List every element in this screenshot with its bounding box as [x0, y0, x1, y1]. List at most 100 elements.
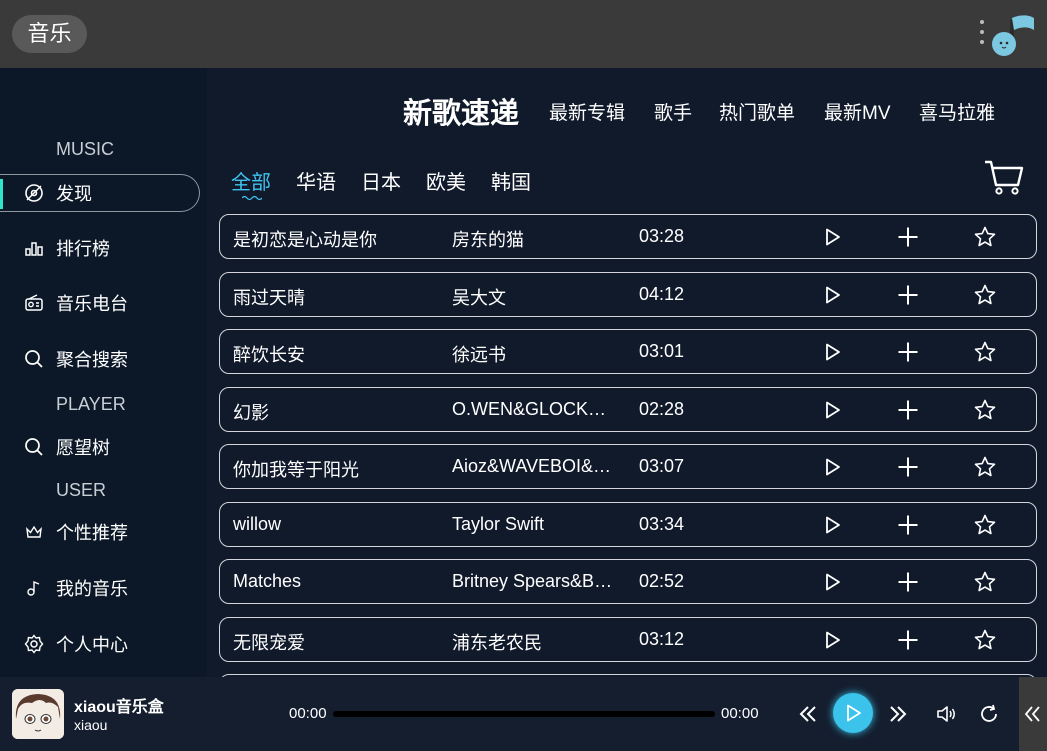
double-chevron-left-icon — [799, 706, 816, 722]
song-artist: Aioz&WAVEBOI&h… — [452, 456, 620, 476]
favorite-button[interactable] — [973, 628, 997, 652]
sidebar-item-discover[interactable]: 发现 — [0, 174, 200, 212]
sidebar: MUSIC 发现 排行榜 音乐电台 聚合搜索 PLAYER 愿望树 USER 个… — [0, 68, 207, 677]
favorite-button[interactable] — [973, 570, 997, 594]
add-to-playlist-button[interactable] — [896, 283, 920, 307]
song-row[interactable]: 雨过天晴 吴大文 04:12 — [219, 271, 1037, 317]
repeat-button[interactable] — [977, 702, 1001, 726]
add-to-playlist-button[interactable] — [896, 398, 920, 422]
song-artist: 房东的猫 — [452, 230, 524, 250]
star-icon — [973, 514, 997, 541]
category-tab-korea[interactable]: 韩国 — [491, 166, 531, 195]
song-row[interactable]: Matches Britney Spears&B… 02:52 — [219, 559, 1037, 604]
next-button[interactable] — [886, 702, 910, 726]
tab-singers[interactable]: 歌手 — [654, 98, 692, 125]
song-artist: 浦东老农民 — [452, 632, 542, 653]
play-icon — [820, 286, 844, 311]
song-row[interactable]: willow Taylor Swift 03:34 — [219, 501, 1037, 547]
album-cover[interactable] — [12, 689, 64, 739]
app-title[interactable]: 音乐 — [12, 15, 87, 53]
favorite-button[interactable] — [973, 455, 997, 479]
cart-icon[interactable] — [984, 158, 1024, 196]
play-song-button[interactable] — [820, 398, 844, 422]
play-icon — [820, 631, 844, 656]
song-row[interactable]: 幻影 O.WEN&GLOCK… 02:28 — [219, 386, 1037, 432]
more-menu-icon[interactable] — [979, 20, 985, 48]
category-tab-japan[interactable]: 日本 — [361, 166, 401, 195]
main-content: 新歌速递 最新专辑 歌手 热门歌单 最新MV 喜马拉雅 全部 华语 日本 欧美 … — [207, 68, 1047, 677]
category-tab-chinese[interactable]: 华语 — [296, 166, 336, 195]
play-song-button[interactable] — [820, 513, 844, 537]
star-icon — [973, 571, 997, 598]
song-row[interactable]: 你加我等于阳光 Aioz&WAVEBOI&h… 03:07 — [219, 444, 1037, 489]
sidebar-item-recommend[interactable]: 个性推荐 — [0, 513, 200, 551]
section-label-music: MUSIC — [56, 139, 114, 159]
top-navigation: 新歌速递 最新专辑 歌手 热门歌单 最新MV 喜马拉雅 — [207, 90, 1047, 130]
sidebar-item-label: 愿望树 — [56, 438, 110, 458]
category-tab-western[interactable]: 欧美 — [426, 166, 466, 195]
star-icon — [973, 341, 997, 368]
add-to-playlist-button[interactable] — [896, 225, 920, 249]
song-row[interactable]: 醉饮长安 徐远书 03:01 — [219, 329, 1037, 374]
play-icon — [820, 573, 844, 598]
crown-icon — [23, 521, 45, 543]
tab-new-albums[interactable]: 最新专辑 — [549, 98, 625, 125]
sidebar-item-wishtree[interactable]: 愿望树 — [0, 428, 200, 466]
sidebar-item-label: 发现 — [56, 184, 92, 204]
previous-button[interactable] — [796, 702, 820, 726]
song-list: 是初恋是心动是你 房东的猫 03:28 雨过天晴 吴大文 04:12 醉饮长安 徐远书 03:0… — [219, 214, 1037, 677]
active-wave-indicator — [242, 195, 262, 201]
add-to-playlist-button[interactable] — [896, 455, 920, 479]
add-to-playlist-button[interactable] — [896, 340, 920, 364]
star-icon — [973, 284, 997, 311]
sidebar-item-radio[interactable]: 音乐电台 — [0, 284, 200, 322]
tab-hot-playlists[interactable]: 热门歌单 — [719, 98, 795, 125]
play-button[interactable] — [833, 693, 873, 733]
play-song-button[interactable] — [820, 455, 844, 479]
volume-button[interactable] — [934, 702, 958, 726]
section-label-player: PLAYER — [56, 394, 126, 414]
gear-icon — [23, 633, 45, 655]
category-tab-all[interactable]: 全部 — [231, 166, 271, 195]
sidebar-item-my-music[interactable]: 我的音乐 — [0, 569, 200, 607]
sidebar-item-label: 音乐电台 — [56, 294, 128, 314]
tab-new-songs[interactable]: 新歌速递 — [403, 90, 519, 132]
song-artist: Britney Spears&B… — [452, 571, 613, 591]
sidebar-item-search[interactable]: 聚合搜索 — [0, 340, 200, 378]
favorite-button[interactable] — [973, 513, 997, 537]
favorite-button[interactable] — [973, 398, 997, 422]
favorite-button[interactable] — [973, 283, 997, 307]
sidebar-item-profile[interactable]: 个人中心 — [0, 625, 200, 663]
song-row[interactable]: 无限宠爱 浦东老农民 03:12 — [219, 616, 1037, 662]
song-artist: 吴大文 — [452, 287, 506, 308]
current-song-artist: xiaou — [74, 717, 108, 733]
song-duration: 03:12 — [639, 628, 685, 649]
star-icon — [973, 399, 997, 426]
tab-himalaya[interactable]: 喜马拉雅 — [919, 98, 995, 125]
play-song-button[interactable] — [820, 225, 844, 249]
sidebar-item-charts[interactable]: 排行榜 — [0, 229, 200, 267]
add-to-playlist-button[interactable] — [896, 570, 920, 594]
play-song-button[interactable] — [820, 283, 844, 307]
progress-bar[interactable] — [333, 711, 715, 717]
favorite-button[interactable] — [973, 340, 997, 364]
play-song-button[interactable] — [820, 628, 844, 652]
radio-icon — [23, 292, 45, 314]
total-time: 00:00 — [721, 705, 759, 722]
add-to-playlist-button[interactable] — [896, 628, 920, 652]
favorite-button[interactable] — [973, 225, 997, 249]
star-icon — [973, 456, 997, 483]
play-icon — [820, 343, 844, 368]
play-song-button[interactable] — [820, 570, 844, 594]
tab-new-mv[interactable]: 最新MV — [824, 98, 891, 125]
song-title: 你加我等于阳光 — [233, 460, 359, 480]
add-to-playlist-button[interactable] — [896, 513, 920, 537]
song-duration: 03:01 — [639, 341, 685, 361]
collapse-player-button[interactable] — [1019, 677, 1047, 751]
song-duration: 02:28 — [639, 398, 685, 419]
song-row[interactable]: 是初恋是心动是你 房东的猫 03:28 — [219, 214, 1037, 259]
current-time: 00:00 — [289, 705, 327, 722]
play-song-button[interactable] — [820, 340, 844, 364]
star-icon — [973, 226, 997, 253]
song-title: Matches — [233, 571, 302, 591]
